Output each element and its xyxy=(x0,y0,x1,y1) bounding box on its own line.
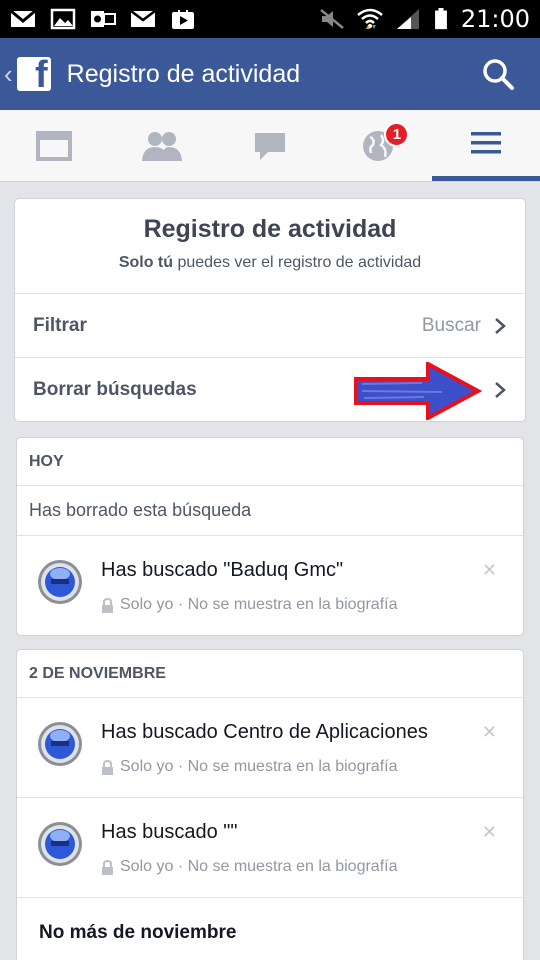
mute-icon xyxy=(320,9,344,29)
clear-searches-label: Borrar búsquedas xyxy=(33,379,197,400)
status-bar: 21:00 xyxy=(0,0,540,38)
search-history-icon xyxy=(38,722,82,766)
section-heading-november: 2 DE NOVIEMBRE xyxy=(17,650,523,698)
summary-title: Registro de actividad xyxy=(143,215,397,243)
filter-row[interactable]: Filtrar Buscar xyxy=(15,294,525,358)
chevron-right-icon xyxy=(495,317,506,334)
battery-icon xyxy=(434,8,447,30)
entry-privacy: Solo yo · No se muestra en la biografía xyxy=(101,858,397,876)
gmail-icon xyxy=(10,9,36,27)
facebook-logo[interactable]: f xyxy=(16,57,51,91)
tab-menu[interactable] xyxy=(432,110,540,181)
filter-action-label: Buscar xyxy=(421,314,481,336)
menu-icon xyxy=(471,132,501,154)
activity-entry[interactable]: Has buscado "" Solo yo · No se muestra e… xyxy=(17,798,523,898)
lock-icon xyxy=(102,597,113,613)
back-chevron-icon[interactable]: ‹ xyxy=(4,59,13,90)
filter-action[interactable]: Buscar xyxy=(422,315,507,337)
page-title: Registro de actividad xyxy=(66,59,301,88)
entry-privacy-text: Solo yo · No se muestra en la biografía xyxy=(120,596,398,613)
entry-privacy-text: Solo yo · No se muestra en la biografía xyxy=(120,758,398,775)
annotation-arrow-icon xyxy=(354,362,482,420)
close-icon[interactable]: ✕ xyxy=(482,822,497,843)
lock-icon xyxy=(102,759,113,775)
tab-bar: 1 xyxy=(0,110,540,182)
signal-icon xyxy=(396,9,419,29)
clock: 21:00 xyxy=(460,5,530,33)
entry-title: Has buscado Centro de Aplicaciones xyxy=(101,721,428,743)
outlook-icon xyxy=(91,11,116,27)
clear-searches-chevron-wrap xyxy=(493,381,507,399)
search-history-icon xyxy=(38,822,82,866)
tab-news-feed[interactable] xyxy=(0,110,108,181)
chevron-right-icon xyxy=(495,382,506,398)
entry-privacy: Solo yo · No se muestra en la biografía xyxy=(101,596,397,614)
november-section-card: 2 DE NOVIEMBRE Has buscado Centro de Apl… xyxy=(16,649,524,960)
gallery-icon xyxy=(50,8,76,30)
messages-icon xyxy=(255,132,285,160)
friends-icon xyxy=(142,131,182,161)
activity-entry[interactable]: Has buscado Centro de Aplicaciones Solo … xyxy=(17,698,523,798)
tab-messages[interactable] xyxy=(216,110,324,181)
play-store-icon xyxy=(172,10,194,29)
wifi-icon xyxy=(357,8,383,29)
entry-title: Has buscado "" xyxy=(101,821,238,843)
entry-privacy-text: Solo yo · No se muestra en la biografía xyxy=(120,858,398,875)
deleted-search-notice: Has borrado esta búsqueda xyxy=(17,486,523,536)
activity-entry[interactable]: Has buscado "Baduq Gmc" Solo yo · No se … xyxy=(17,536,523,635)
entry-title: Has buscado "Baduq Gmc" xyxy=(101,559,344,581)
summary-subtitle: Solo tú puedes ver el registro de activi… xyxy=(15,254,525,272)
search-history-icon xyxy=(38,560,82,604)
notification-badge: 1 xyxy=(384,122,410,147)
entry-privacy: Solo yo · No se muestra en la biografía xyxy=(101,758,397,776)
no-more-november: No más de noviembre xyxy=(39,922,237,943)
tab-notifications[interactable]: 1 xyxy=(324,110,432,181)
mail-icon xyxy=(130,10,156,27)
news-feed-icon xyxy=(36,130,72,161)
summary-header: Registro de actividad Solo tú puedes ver… xyxy=(15,199,525,294)
search-icon[interactable] xyxy=(480,56,516,92)
close-icon[interactable]: ✕ xyxy=(482,560,497,581)
section-heading-today: HOY xyxy=(17,438,523,486)
subtitle-bold: Solo tú xyxy=(118,254,174,271)
subtitle-rest: puedes ver el registro de actividad xyxy=(173,254,422,271)
lock-icon xyxy=(102,859,113,875)
tab-friends[interactable] xyxy=(108,110,216,181)
app-header: ‹ f Registro de actividad xyxy=(0,38,540,110)
filter-label: Filtrar xyxy=(33,314,87,336)
close-icon[interactable]: ✕ xyxy=(482,722,497,743)
today-section-card: HOY Has borrado esta búsqueda Has buscad… xyxy=(16,437,524,636)
